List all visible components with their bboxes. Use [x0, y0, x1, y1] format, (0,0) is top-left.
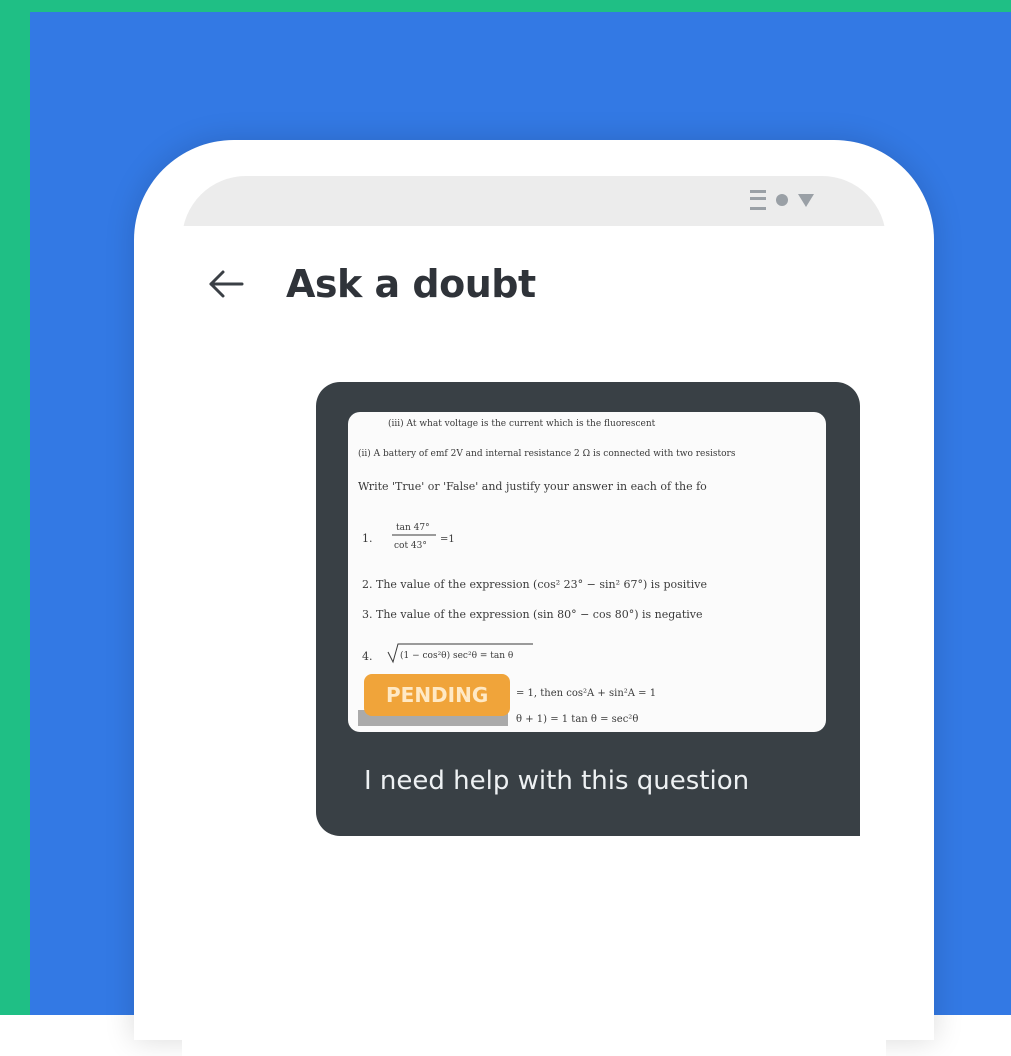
battery-icon — [798, 193, 814, 207]
status-bar — [182, 176, 886, 226]
wifi-icon — [776, 194, 788, 206]
svg-text:cot 43°: cot 43° — [394, 541, 427, 551]
doc-line-1: (iii) At what voltage is the current whi… — [388, 418, 656, 429]
svg-text:(1 − cos²θ) sec²θ = tan θ: (1 − cos²θ) sec²θ = tan θ — [400, 650, 513, 661]
doc-line-7: 4. — [362, 650, 373, 663]
fraction-1: tan 47° cot 43° =1 — [392, 523, 455, 551]
phone-screen: Ask a doubt (iii) At what voltage is the… — [182, 176, 886, 1056]
doc-line-6: 3. The value of the expression (sin 80° … — [362, 608, 703, 621]
page-title: Ask a doubt — [286, 262, 536, 306]
status-icons — [750, 190, 814, 210]
sqrt-expression: (1 − cos²θ) sec²θ = tan θ — [387, 643, 533, 664]
signal-icon — [750, 190, 766, 210]
phone-mockup: Ask a doubt (iii) At what voltage is the… — [134, 140, 934, 1056]
question-photo[interactable]: (iii) At what voltage is the current whi… — [348, 412, 826, 732]
outer-frame: Ask a doubt (iii) At what voltage is the… — [0, 0, 1011, 1056]
back-arrow-icon[interactable] — [206, 264, 246, 304]
doubt-message-text: I need help with this question — [364, 766, 750, 796]
doc-line-4: 1. — [362, 532, 373, 545]
status-badge: PENDING — [364, 674, 511, 716]
doc-line-9: θ + 1) = 1 tan θ = sec²θ — [516, 714, 638, 725]
doubt-message-card[interactable]: (iii) At what voltage is the current whi… — [316, 382, 860, 836]
doc-line-5: 2. The value of the expression (cos² 23°… — [362, 578, 707, 591]
doc-line-3: Write 'True' or 'False' and justify your… — [358, 480, 707, 493]
svg-text:tan 47°: tan 47° — [396, 523, 430, 533]
app-bar: Ask a doubt — [182, 246, 886, 326]
doc-line-8: = 1, then cos²A + sin²A = 1 — [516, 688, 656, 699]
doc-line-2: (ii) A battery of emf 2V and internal re… — [358, 448, 736, 459]
svg-text:=1: =1 — [440, 534, 455, 545]
